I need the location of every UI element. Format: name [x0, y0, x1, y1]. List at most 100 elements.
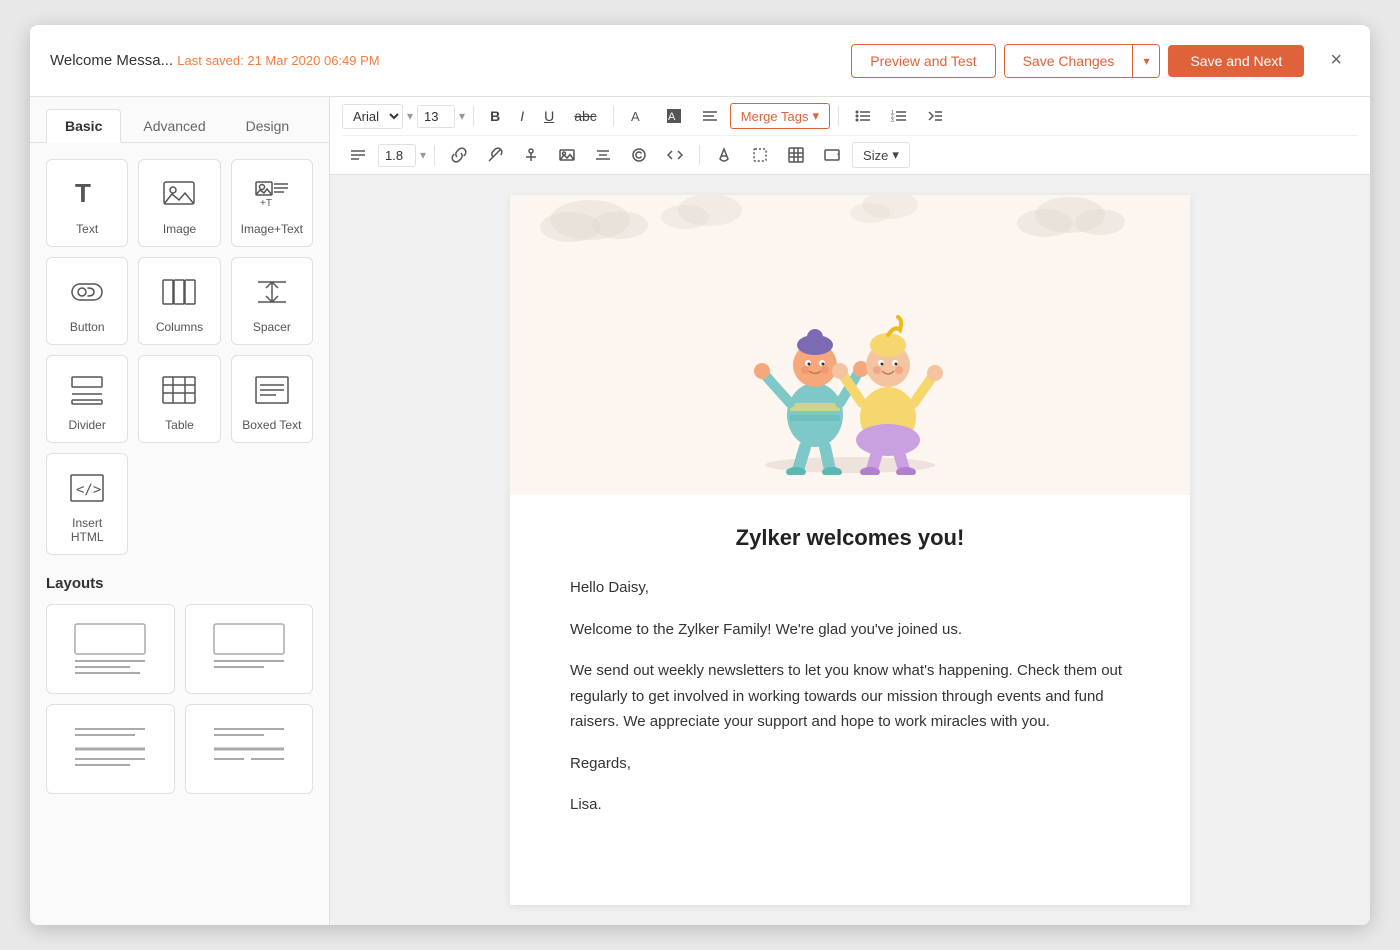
sidebar: Basic Advanced Design T Text	[30, 97, 330, 925]
size-button[interactable]: Size ▾	[852, 142, 910, 168]
layouts-title: Layouts	[46, 575, 313, 592]
toolbar-row-2: ▾	[342, 136, 1358, 174]
merge-tags-button[interactable]: Merge Tags ▾	[730, 103, 830, 129]
main-layout: Basic Advanced Design T Text	[30, 97, 1370, 925]
save-changes-button[interactable]: Save Changes	[1005, 45, 1133, 77]
element-text-label: Text	[76, 222, 98, 236]
email-closing: Regards,	[570, 751, 1130, 777]
element-table-label: Table	[165, 418, 194, 432]
element-text[interactable]: T Text	[46, 159, 128, 247]
element-image[interactable]: Image	[138, 159, 220, 247]
layout-item-1[interactable]	[46, 604, 175, 694]
code-view-button[interactable]	[659, 142, 691, 168]
layout-item-3[interactable]	[46, 704, 175, 794]
highlight-button[interactable]: A	[658, 103, 690, 129]
saved-text: Last saved: 21 Mar 2020 06:49 PM	[177, 53, 379, 68]
anchor-button[interactable]	[515, 142, 547, 168]
element-spacer[interactable]: Spacer	[231, 257, 313, 345]
element-image-text[interactable]: +T Image+Text	[231, 159, 313, 247]
element-boxed-text-label: Boxed Text	[242, 418, 301, 432]
table-icon	[159, 370, 199, 410]
indent-button[interactable]	[919, 103, 951, 129]
font-color-button[interactable]: A	[622, 103, 654, 129]
email-heading: Zylker welcomes you!	[570, 525, 1130, 551]
svg-text:T: T	[75, 178, 91, 208]
image-icon	[159, 174, 199, 214]
element-button-label: Button	[70, 320, 105, 334]
save-next-button[interactable]: Save and Next	[1168, 45, 1304, 77]
tab-basic[interactable]: Basic	[46, 109, 121, 143]
paragraph-format-button[interactable]	[342, 142, 374, 168]
bold-button[interactable]: B	[482, 103, 508, 129]
border-button[interactable]	[744, 142, 776, 168]
image-props-button[interactable]	[816, 142, 848, 168]
email-hero	[510, 195, 1190, 495]
close-button[interactable]: ×	[1322, 45, 1350, 76]
columns-icon	[159, 272, 199, 312]
toolbar-row-1: Arial ▾ ▾ B I U abc A A	[342, 97, 1358, 136]
preview-test-button[interactable]: Preview and Test	[851, 44, 995, 78]
align-center-button[interactable]	[587, 142, 619, 168]
tab-advanced[interactable]: Advanced	[125, 109, 223, 142]
email-body: Zylker welcomes you! Hello Daisy, Welcom…	[510, 495, 1190, 864]
table-insert-button[interactable]	[780, 142, 812, 168]
email-greeting: Hello Daisy,	[570, 575, 1130, 601]
text-icon: T	[67, 174, 107, 214]
svg-text:A: A	[668, 111, 676, 123]
element-insert-html-label: Insert HTML	[55, 516, 119, 544]
layout-item-2[interactable]	[185, 604, 314, 694]
elements-grid: T Text I	[46, 159, 313, 555]
svg-text:+T: +T	[260, 198, 272, 209]
element-insert-html[interactable]: </> Insert HTML	[46, 453, 128, 555]
underline-button[interactable]: U	[536, 103, 562, 129]
element-image-text-label: Image+Text	[241, 222, 303, 236]
editor-area: Arial ▾ ▾ B I U abc A A	[330, 97, 1370, 925]
layout-3-icon	[70, 719, 150, 779]
fill-color-button[interactable]	[708, 142, 740, 168]
layouts-grid	[46, 604, 313, 794]
app-window: Welcome Messa... Last saved: 21 Mar 2020…	[30, 25, 1370, 925]
sidebar-tabs: Basic Advanced Design	[30, 97, 329, 143]
align-button[interactable]	[694, 103, 726, 129]
italic-button[interactable]: I	[512, 103, 532, 129]
top-bar: Welcome Messa... Last saved: 21 Mar 2020…	[30, 25, 1370, 97]
element-boxed-text[interactable]: Boxed Text	[231, 355, 313, 443]
strikethrough-button[interactable]: abc	[566, 103, 605, 129]
tab-design[interactable]: Design	[228, 109, 308, 142]
unlink-button[interactable]	[479, 142, 511, 168]
html-icon: </>	[67, 468, 107, 508]
link-button[interactable]	[443, 142, 475, 168]
element-image-label: Image	[163, 222, 196, 236]
font-family-select[interactable]: Arial	[342, 104, 403, 129]
save-changes-dropdown-button[interactable]: ▾	[1132, 45, 1159, 77]
list-ordered-button[interactable]: 1. 2. 3.	[883, 103, 915, 129]
element-columns-label: Columns	[156, 320, 203, 334]
svg-text:</>: </>	[76, 482, 101, 498]
email-para1: Welcome to the Zylker Family! We're glad…	[570, 617, 1130, 643]
sidebar-content: T Text I	[30, 143, 329, 810]
line-height-input[interactable]	[378, 144, 416, 167]
email-canvas: Zylker welcomes you! Hello Daisy, Welcom…	[510, 195, 1190, 905]
element-table[interactable]: Table	[138, 355, 220, 443]
boxed-text-icon	[252, 370, 292, 410]
image-text-icon: +T	[252, 174, 292, 214]
list-unordered-button[interactable]	[847, 103, 879, 129]
element-button[interactable]: Button	[46, 257, 128, 345]
email-signoff: Lisa.	[570, 792, 1130, 818]
element-columns[interactable]: Columns	[138, 257, 220, 345]
layout-2-icon	[209, 619, 289, 679]
layout-1-icon	[70, 619, 150, 679]
top-bar-actions: Preview and Test Save Changes ▾ Save and…	[851, 44, 1350, 78]
svg-text:A: A	[631, 109, 640, 124]
spacer-icon	[252, 272, 292, 312]
canvas-area: Zylker welcomes you! Hello Daisy, Welcom…	[330, 175, 1370, 925]
image-insert-button[interactable]	[551, 142, 583, 168]
font-size-input[interactable]	[417, 105, 455, 128]
copyright-button[interactable]	[623, 142, 655, 168]
email-para2: We send out weekly newsletters to let yo…	[570, 658, 1130, 735]
button-icon	[67, 272, 107, 312]
toolbar: Arial ▾ ▾ B I U abc A A	[330, 97, 1370, 175]
element-divider[interactable]: Divider	[46, 355, 128, 443]
document-title: Welcome Messa... Last saved: 21 Mar 2020…	[50, 52, 851, 69]
layout-item-4[interactable]	[185, 704, 314, 794]
